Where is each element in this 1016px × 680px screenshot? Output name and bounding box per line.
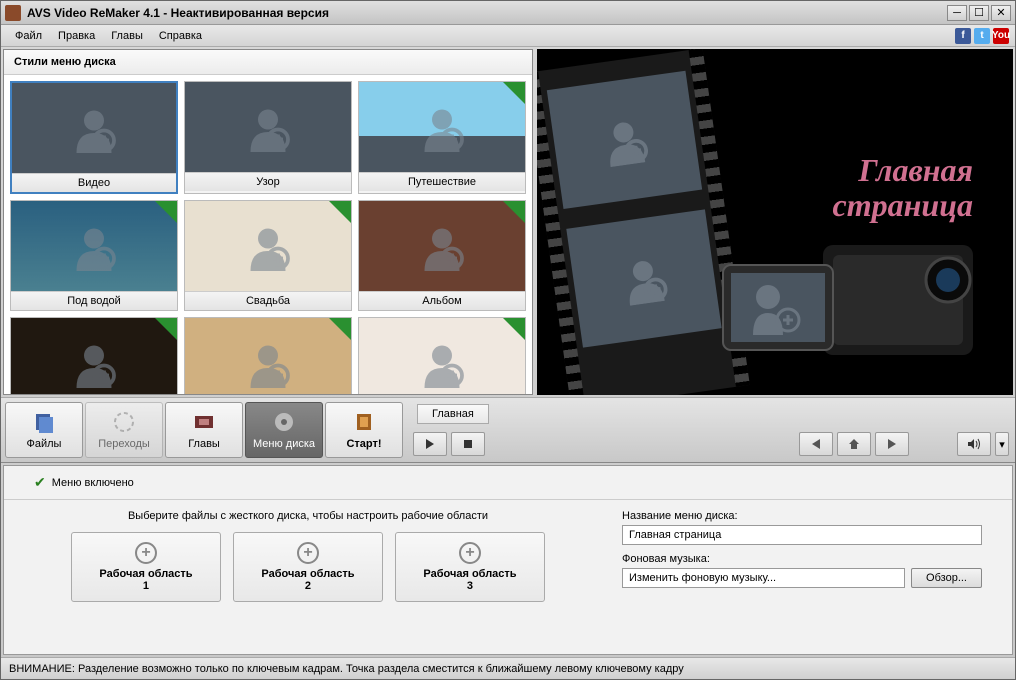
disc-menu-button[interactable]: Меню диска (245, 402, 323, 458)
style-tile[interactable]: Узор (184, 81, 352, 194)
chapters-icon (192, 410, 216, 434)
menu-help[interactable]: Справка (151, 28, 210, 44)
minimize-button[interactable]: ─ (947, 5, 967, 21)
status-text: ВНИМАНИЕ: Разделение возможно только по … (9, 663, 684, 675)
workspace-label: Рабочая область 1 (99, 568, 192, 592)
download-badge-icon (503, 201, 525, 223)
add-icon: + (459, 542, 481, 564)
start-button[interactable]: Старт! (325, 402, 403, 458)
browse-button[interactable]: Обзор... (911, 568, 982, 588)
menu-enabled-row: ✔ Меню включено (4, 466, 1012, 500)
workspace-tile[interactable]: + Рабочая область 2 (233, 532, 383, 602)
workspace-tile[interactable]: + Рабочая область 1 (71, 532, 221, 602)
titlebar: AVS Video ReMaker 4.1 - Неактивированная… (1, 1, 1015, 25)
breadcrumb-item[interactable]: Главная (417, 404, 489, 424)
breadcrumb: Главная (407, 398, 1015, 432)
add-icon: + (297, 542, 319, 564)
volume-button[interactable] (957, 432, 991, 456)
menu-file[interactable]: Файл (7, 28, 50, 44)
style-thumbnail (185, 201, 351, 291)
styles-grid: Видео Узор Путешествие Под водой Свадьба Альб… (4, 75, 532, 394)
panel-title: Стили меню диска (4, 50, 532, 75)
style-tile[interactable]: Под водой (10, 200, 178, 311)
window-title: AVS Video ReMaker 4.1 - Неактивированная… (27, 6, 947, 20)
files-icon (32, 410, 56, 434)
toolbar: Файлы Переходы Главы Меню диска Старт! Г… (1, 397, 1015, 463)
style-tile[interactable]: Альбом (358, 200, 526, 311)
app-window: AVS Video ReMaker 4.1 - Неактивированная… (0, 0, 1016, 680)
style-tile[interactable]: Свадьба (184, 200, 352, 311)
disc-title-input[interactable] (622, 525, 982, 545)
statusbar: ВНИМАНИЕ: Разделение возможно только по … (1, 657, 1015, 679)
style-thumbnail (359, 201, 525, 291)
download-badge-icon (503, 318, 525, 340)
download-badge-icon (329, 318, 351, 340)
stop-button[interactable] (451, 432, 485, 456)
files-button[interactable]: Файлы (5, 402, 83, 458)
menu-enabled-label: Меню включено (52, 477, 134, 489)
disc-title-label: Название меню диска: (622, 510, 982, 522)
download-badge-icon (503, 82, 525, 104)
style-thumbnail (12, 83, 176, 173)
style-thumbnail (359, 82, 525, 172)
next-button[interactable] (875, 432, 909, 456)
start-icon (352, 410, 376, 434)
style-label: Свадьба (185, 291, 351, 310)
chapters-button[interactable]: Главы (165, 402, 243, 458)
style-thumbnail (11, 318, 177, 394)
app-icon (5, 5, 21, 21)
style-label: Видео (12, 173, 176, 192)
menubar: Файл Правка Главы Справка f t You (1, 25, 1015, 47)
workspace-tile[interactable]: + Рабочая область 3 (395, 532, 545, 602)
workspace-label: Рабочая область 3 (423, 568, 516, 592)
home-button[interactable] (837, 432, 871, 456)
style-tile[interactable]: Пирожное (358, 317, 526, 394)
style-tile[interactable]: День всех святых (10, 317, 178, 394)
close-button[interactable]: ✕ (991, 5, 1011, 21)
workspace-label: Рабочая область 2 (261, 568, 354, 592)
play-button[interactable] (413, 432, 447, 456)
workspace-instruction: Выберите файлы с жесткого диска, чтобы н… (34, 510, 582, 522)
style-label: Путешествие (359, 172, 525, 191)
style-thumbnail (185, 82, 351, 172)
style-tile[interactable]: Путешествие (358, 81, 526, 194)
maximize-button[interactable]: ☐ (969, 5, 989, 21)
style-label: Под водой (11, 291, 177, 310)
music-input[interactable] (622, 568, 905, 588)
preview-area: Главнаястраница • Просмотр • (537, 49, 1013, 395)
style-label: Альбом (359, 291, 525, 310)
transitions-icon (112, 410, 136, 434)
style-thumbnail (11, 201, 177, 291)
youtube-icon[interactable]: You (993, 28, 1009, 44)
download-badge-icon (329, 201, 351, 223)
disc-icon (272, 410, 296, 434)
music-label: Фоновая музыка: (622, 553, 982, 565)
camcorder-graphic (713, 205, 993, 385)
prev-button[interactable] (799, 432, 833, 456)
download-badge-icon (155, 318, 177, 340)
menu-edit[interactable]: Правка (50, 28, 103, 44)
menu-chapters[interactable]: Главы (103, 28, 151, 44)
bottom-panel: ✔ Меню включено Выберите файлы с жестког… (3, 465, 1013, 655)
add-icon: + (135, 542, 157, 564)
twitter-icon[interactable]: t (974, 28, 990, 44)
style-tile[interactable]: Божоле нуво (184, 317, 352, 394)
styles-panel: Стили меню диска Видео Узор Путешествие Под… (3, 49, 533, 395)
style-label: Узор (185, 172, 351, 191)
check-icon: ✔ (34, 474, 46, 491)
volume-dropdown[interactable]: ▾ (995, 432, 1009, 456)
style-thumbnail (185, 318, 351, 394)
style-tile[interactable]: Видео (10, 81, 178, 194)
facebook-icon[interactable]: f (955, 28, 971, 44)
download-badge-icon (155, 201, 177, 223)
style-thumbnail (359, 318, 525, 394)
transitions-button[interactable]: Переходы (85, 402, 163, 458)
